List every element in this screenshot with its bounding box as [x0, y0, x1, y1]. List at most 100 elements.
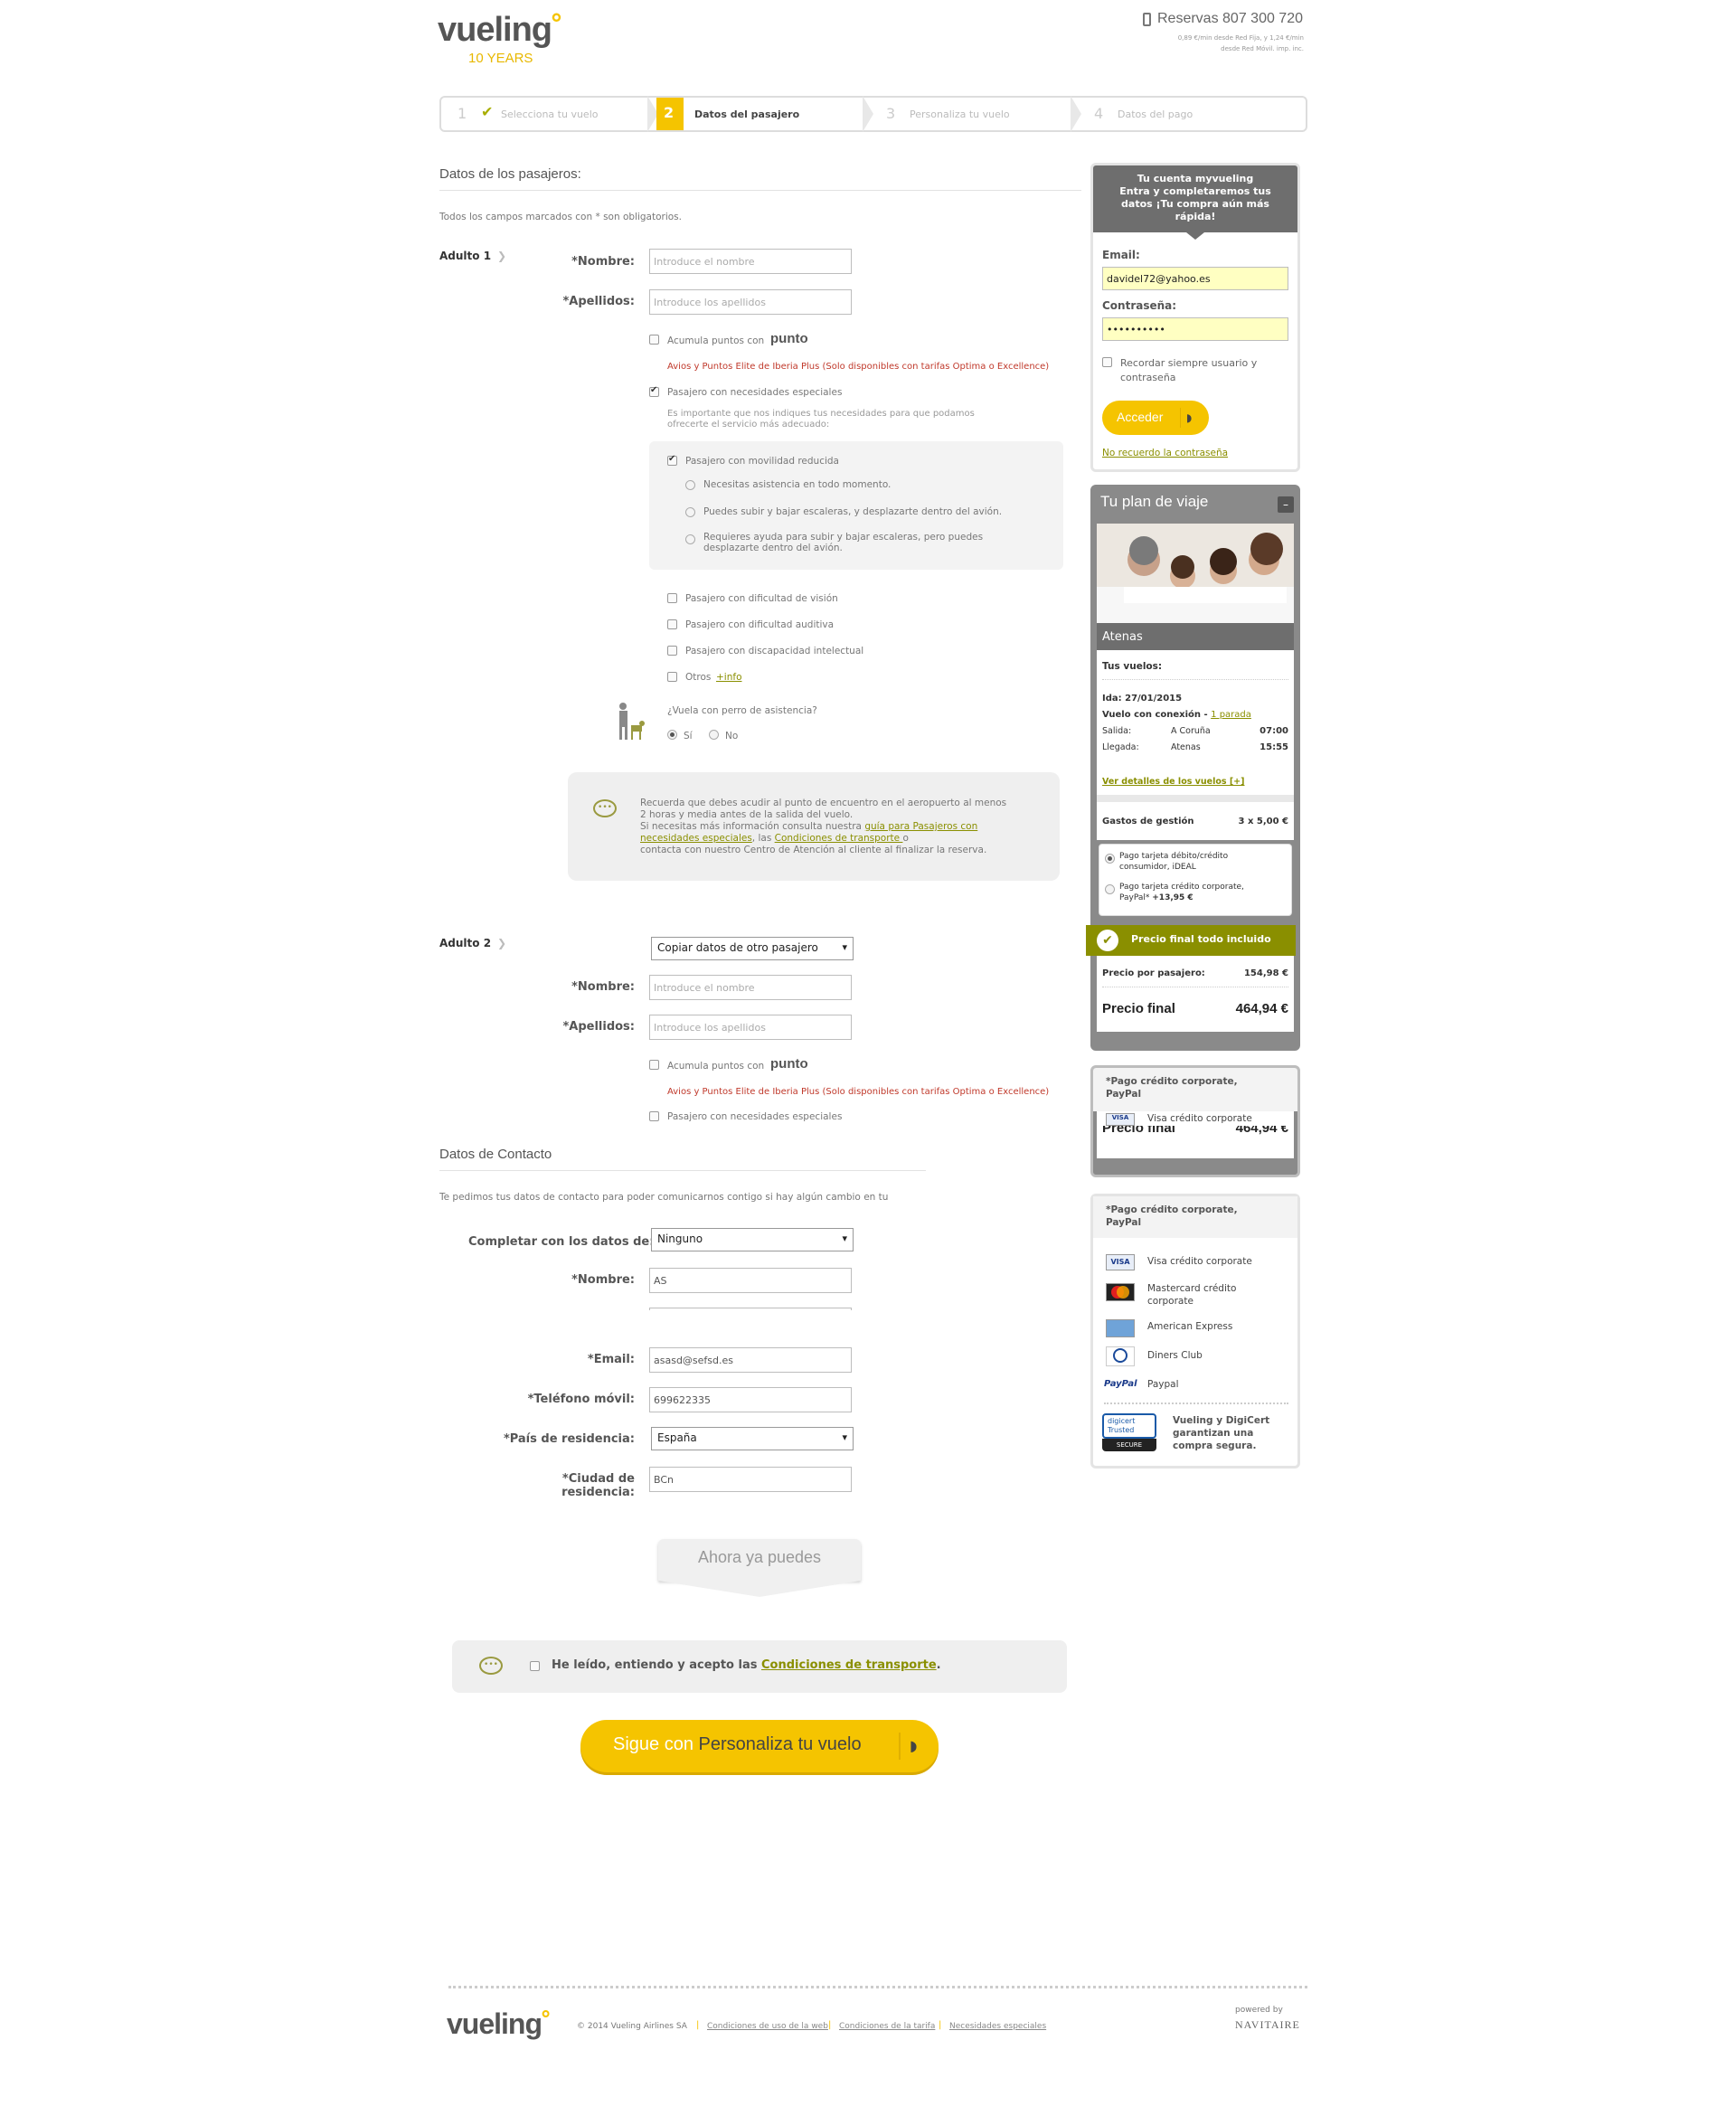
- digicert-text-2: garantizan una: [1173, 1428, 1254, 1439]
- flight-details-link[interactable]: Ver detalles de los vuelos [+]: [1102, 777, 1244, 787]
- footer-logo[interactable]: vueling˚: [447, 2007, 552, 2041]
- stops-link[interactable]: 1 parada: [1211, 710, 1251, 720]
- step-2-num: 2: [664, 104, 675, 121]
- digicert-text-1: Vueling y DigiCert: [1173, 1415, 1270, 1426]
- terms-text: He leído, entiendo y acepto las Condicio…: [552, 1658, 941, 1672]
- special-note-1: Es importante que nos indiques tus neces…: [667, 409, 975, 419]
- info-line-1: Recuerda que debes acudir al punto de en…: [640, 798, 1007, 808]
- special-note-2: ofrecerte el servicio más adecuado:: [667, 420, 830, 430]
- final-price-banner-text: Precio final todo incluido: [1131, 933, 1271, 945]
- special-guide-link[interactable]: guía para Pasajeros con: [864, 821, 977, 832]
- others-checkbox[interactable]: [667, 672, 677, 682]
- transport-conditions-link[interactable]: Condiciones de transporte: [775, 833, 903, 844]
- info-line-4-end: o: [902, 833, 909, 844]
- footer-link-special[interactable]: Necesidades especiales: [949, 2022, 1046, 2031]
- login-header: Tu cuenta myvueling Entra y completaremo…: [1093, 165, 1297, 232]
- contact-city-input[interactable]: [649, 1467, 852, 1492]
- mobility-option-1-label: Necesitas asistencia en todo momento.: [703, 479, 892, 490]
- mobility-option-2-label: Puedes subir y bajar escaleras, y despla…: [703, 506, 1003, 517]
- login-header-3: datos ¡Tu compra aún más: [1121, 198, 1269, 210]
- contact-city-label: *Ciudad de residencia:: [561, 1472, 635, 1499]
- contact-phone-input[interactable]: [649, 1387, 852, 1412]
- info-line-4-mid: , las: [751, 833, 775, 844]
- login-password-input[interactable]: [1102, 317, 1288, 341]
- contact-country-select[interactable]: España: [651, 1427, 854, 1450]
- step-1[interactable]: 1 ✔ Selecciona tu vuelo: [441, 98, 655, 130]
- reservas-phone: Reservas 807 300 720: [1157, 11, 1303, 26]
- adult-2-nombre-input[interactable]: [649, 975, 852, 1000]
- special-info-box: ••• Recuerda que debes acudir al punto d…: [568, 772, 1060, 881]
- adult-1-nombre-input[interactable]: [649, 249, 852, 274]
- llegada-label: Llegada:: [1102, 742, 1139, 752]
- special-guide-link-2[interactable]: necesidades especiales: [640, 833, 752, 844]
- footer-link-terms[interactable]: Condiciones de uso de la web: [707, 2022, 828, 2031]
- contact-title-rule: [439, 1170, 926, 1171]
- contact-phone-label: *Teléfono móvil:: [527, 1393, 635, 1406]
- reduced-mobility-checkbox[interactable]: [667, 454, 677, 466]
- info-line-4: necesidades especiales, las Condiciones …: [640, 833, 909, 844]
- login-arrow-icon: ◗: [1180, 408, 1192, 428]
- remember-checkbox[interactable]: [1102, 357, 1112, 367]
- paypal-icon: PayPal: [1104, 1379, 1137, 1389]
- speech-bubble-icon: •••: [593, 799, 617, 817]
- plan-destination: Atenas: [1097, 623, 1294, 650]
- adult-1-apellidos-input[interactable]: [649, 289, 852, 315]
- required-note: Todos los campos marcados con * son obli…: [439, 212, 682, 222]
- adult-2-special-needs-checkbox[interactable]: [649, 1111, 659, 1121]
- ghost-title-1: *Pago crédito corporate,: [1106, 1076, 1238, 1087]
- contact-email-input[interactable]: [649, 1347, 852, 1373]
- login-header-4: rápida!: [1175, 211, 1216, 222]
- digicert-text-3: compra segura.: [1173, 1440, 1257, 1451]
- continue-arrow-icon: ◗: [899, 1733, 926, 1760]
- pay-corporate-radio[interactable]: [1105, 884, 1115, 894]
- adult-2-points-checkbox[interactable]: [649, 1060, 659, 1070]
- vision-checkbox[interactable]: [667, 593, 677, 603]
- terms-checkbox[interactable]: [530, 1661, 540, 1671]
- corp-dotted-rule: [1104, 1402, 1288, 1404]
- diners-icon: [1106, 1346, 1135, 1366]
- adult-2-apellidos-input[interactable]: [649, 1015, 852, 1040]
- ghost-header: *Pago crédito corporate, PayPal: [1093, 1068, 1297, 1111]
- hearing-checkbox[interactable]: [667, 619, 677, 629]
- logo-text: vueling: [438, 11, 552, 49]
- mastercard-label-1: Mastercard crédito: [1147, 1283, 1237, 1294]
- login-button[interactable]: Acceder ◗: [1102, 401, 1209, 435]
- copy-passenger-select[interactable]: Copiar datos de otro pasajero: [651, 937, 854, 960]
- terms-box: ••• He leído, entiendo y acepto las Cond…: [452, 1640, 1067, 1693]
- contact-nombre-input[interactable]: [649, 1268, 852, 1293]
- complete-with-select[interactable]: Ninguno: [651, 1228, 854, 1251]
- terms-conditions-link[interactable]: Condiciones de transporte: [761, 1658, 937, 1672]
- remember-label-2: contraseña: [1120, 372, 1176, 383]
- your-flights-rule: [1102, 679, 1288, 680]
- adult-1-points-checkbox[interactable]: [649, 335, 659, 345]
- dog-no-radio[interactable]: [709, 730, 719, 740]
- login-header-1: Tu cuenta myvueling: [1137, 173, 1254, 184]
- footer-sep-1: |: [696, 2020, 700, 2030]
- remember-label-1: Recordar siempre usuario y: [1120, 357, 1258, 369]
- plan-collapse-button[interactable]: –: [1278, 496, 1294, 513]
- footer-link-fare[interactable]: Condiciones de la tarifa: [839, 2022, 935, 2031]
- continue-button[interactable]: Sigue con Personaliza tu vuelo ◗: [580, 1720, 939, 1772]
- dog-yes-radio[interactable]: [667, 730, 677, 740]
- forgot-password-link[interactable]: No recuerdo la contraseña: [1102, 448, 1228, 458]
- corp-header: *Pago crédito corporate, PayPal: [1093, 1196, 1297, 1238]
- special-needs-checkbox[interactable]: [649, 385, 659, 397]
- continue-label: Personaliza tu vuelo: [698, 1734, 862, 1754]
- others-info-link[interactable]: +info: [716, 672, 742, 683]
- pay-debit-radio[interactable]: [1105, 854, 1115, 864]
- amex-icon: [1106, 1319, 1135, 1337]
- ghost-visa-row: VISA Visa crédito corporate: [1097, 1111, 1294, 1126]
- mobility-option-3-radio[interactable]: [685, 534, 695, 544]
- mobility-option-1-radio[interactable]: [685, 480, 695, 490]
- login-email-input[interactable]: [1102, 267, 1288, 290]
- info-line-2: 2 horas y media antes de la salida del v…: [640, 809, 854, 820]
- assistance-dog-icon: [615, 702, 646, 741]
- pay-corporate-label-2: PayPal* +13,95 €: [1119, 893, 1194, 902]
- intellectual-checkbox[interactable]: [667, 646, 677, 656]
- mobility-option-2-radio[interactable]: [685, 507, 695, 517]
- login-password-label: Contraseña:: [1102, 299, 1177, 312]
- login-header-2: Entra y completaremos tus: [1119, 185, 1271, 197]
- vueling-logo[interactable]: vueling˚: [438, 11, 563, 50]
- passengers-title: Datos de los pasajeros:: [439, 166, 581, 182]
- complete-with-label: Completar con los datos de:: [468, 1235, 655, 1249]
